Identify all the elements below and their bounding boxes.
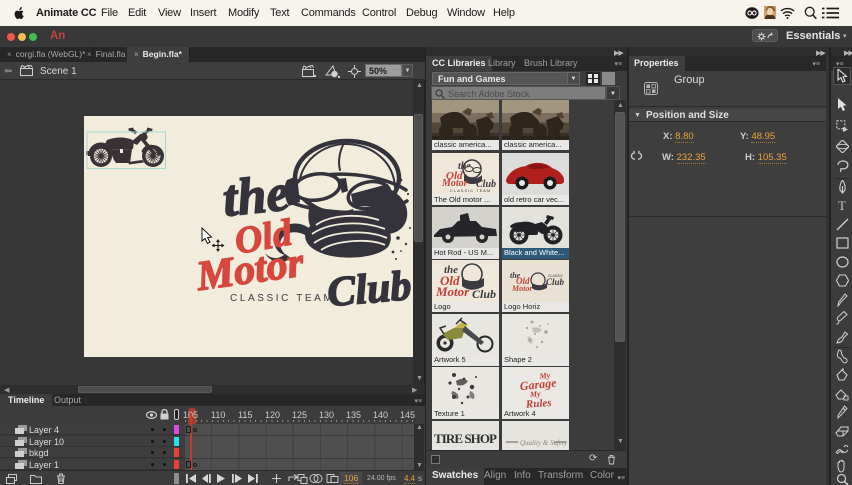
svg-text:Motor: Motor: [511, 284, 533, 293]
svg-text:CLASSIC TEAM: CLASSIC TEAM: [450, 188, 491, 193]
svg-text:Club: Club: [325, 263, 413, 316]
svg-text:Club: Club: [472, 287, 496, 301]
svg-text:CLASSIC TEAM: CLASSIC TEAM: [230, 293, 334, 304]
svg-text:Motor: Motor: [435, 284, 470, 299]
svg-text:Rules: Rules: [525, 397, 552, 409]
svg-text:CLASSIC: CLASSIC: [548, 274, 563, 278]
svg-text:Club: Club: [546, 277, 565, 287]
svg-text:Quality & Safety: Quality & Safety: [520, 439, 568, 447]
svg-text:TIRE SHOP: TIRE SHOP: [434, 431, 497, 446]
svg-text:Motor: Motor: [193, 240, 307, 301]
